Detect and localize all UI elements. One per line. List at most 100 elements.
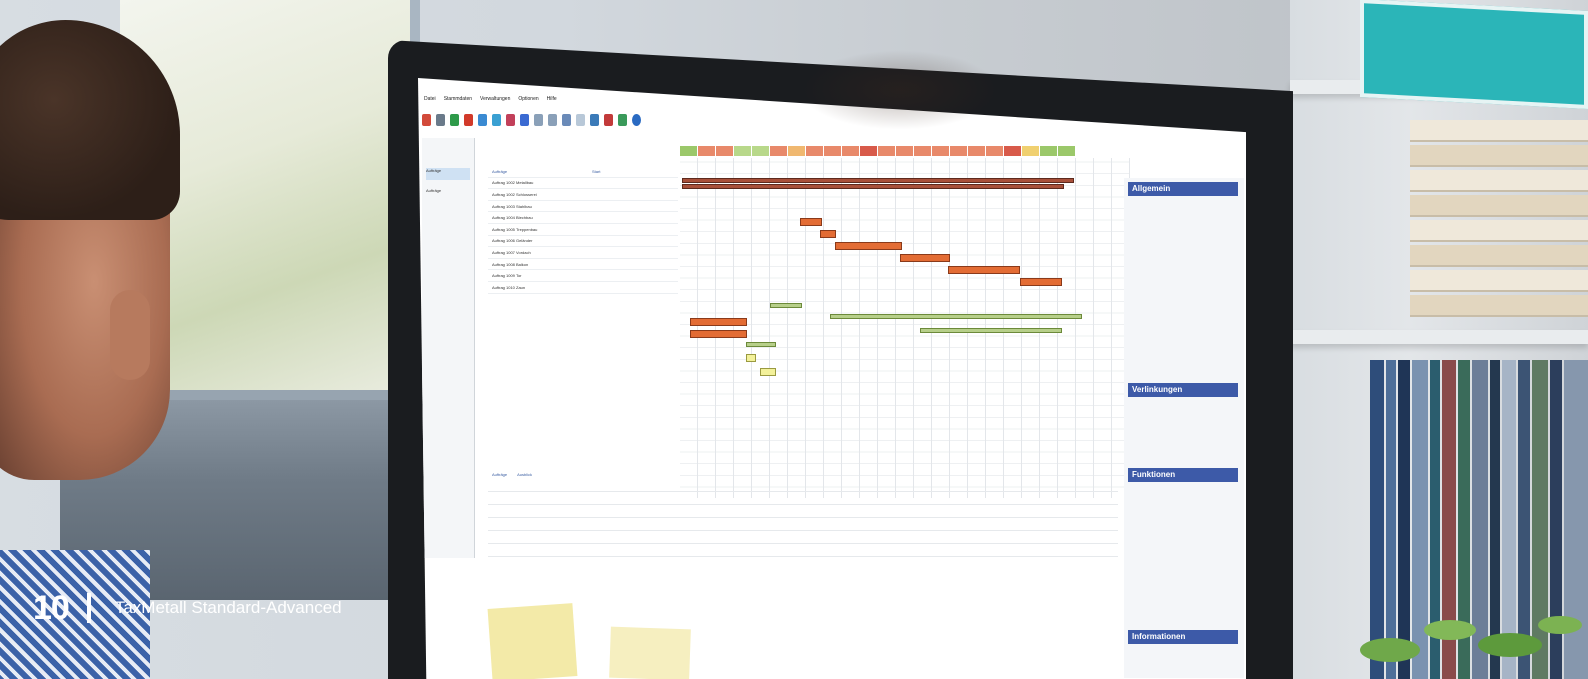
gantt-bar[interactable] bbox=[948, 266, 1020, 274]
toolbar-icon[interactable] bbox=[562, 114, 571, 126]
table-row[interactable]: Auftrag 1002 Schlosserei bbox=[488, 189, 678, 201]
panel-heading-verlinkungen: Verlinkungen bbox=[1128, 383, 1238, 397]
list-item[interactable] bbox=[488, 544, 1118, 557]
gantt-bar[interactable] bbox=[746, 342, 776, 347]
person-hair bbox=[0, 20, 180, 220]
toolbar bbox=[422, 106, 682, 134]
help-icon[interactable] bbox=[632, 114, 641, 126]
table-row[interactable]: Auftrag 1008 Balkon bbox=[488, 259, 678, 271]
book bbox=[1410, 270, 1588, 292]
table-row[interactable]: Auftrag 1002 Metallbau bbox=[488, 178, 678, 190]
tree-header-label: Aufträge bbox=[492, 168, 508, 174]
gantt-bar[interactable] bbox=[690, 330, 747, 338]
person bbox=[0, 10, 200, 679]
toolbar-icon[interactable] bbox=[450, 114, 459, 126]
toolbar-icon[interactable] bbox=[590, 114, 599, 126]
teal-binder bbox=[1360, 0, 1588, 109]
gantt-bar[interactable] bbox=[920, 328, 1062, 333]
book bbox=[1410, 220, 1588, 242]
day-header bbox=[914, 146, 931, 156]
list-item[interactable] bbox=[488, 518, 1118, 531]
toolbar-icon[interactable] bbox=[422, 114, 431, 126]
tab-ausblick[interactable]: Ausblick bbox=[517, 472, 532, 477]
day-header bbox=[716, 146, 733, 156]
search-icon[interactable] bbox=[520, 114, 529, 126]
day-header bbox=[1058, 146, 1075, 156]
table-row[interactable]: Auftrag 1005 Treppenbau bbox=[488, 224, 678, 236]
day-header bbox=[824, 146, 841, 156]
sidebar-item-auftraege[interactable]: Aufträge bbox=[426, 168, 470, 180]
right-panel: Allgemein Verlinkungen Funktionen Inform… bbox=[1124, 178, 1244, 678]
toolbar-icon[interactable] bbox=[604, 114, 613, 126]
gantt-bar[interactable] bbox=[900, 254, 950, 262]
gantt-bar[interactable] bbox=[835, 242, 902, 250]
bottom-tabs: Aufträge Ausblick bbox=[488, 470, 1118, 479]
toolbar-icon[interactable] bbox=[506, 114, 515, 126]
row-label: Auftrag 1005 Treppenbau bbox=[492, 226, 538, 232]
list-item[interactable] bbox=[488, 505, 1118, 518]
gantt-bar[interactable] bbox=[690, 318, 747, 326]
gantt-bar[interactable] bbox=[746, 354, 756, 362]
person-ear bbox=[110, 290, 150, 380]
gantt-bar[interactable] bbox=[682, 184, 1064, 189]
row-label: Auftrag 1010 Zaun bbox=[492, 284, 526, 290]
book bbox=[1410, 295, 1588, 317]
list-item[interactable] bbox=[488, 531, 1118, 544]
menu-item[interactable]: Optionen bbox=[518, 96, 538, 104]
toolbar-icon[interactable] bbox=[492, 114, 501, 126]
sidebar: Aufträge Aufträge bbox=[422, 138, 475, 558]
gantt-bar[interactable] bbox=[1020, 278, 1062, 286]
day-header bbox=[680, 146, 697, 156]
toolbar-icon[interactable] bbox=[618, 114, 627, 126]
book bbox=[1410, 145, 1588, 167]
row-label: Auftrag 1004 Blechbau bbox=[492, 215, 533, 221]
day-header bbox=[1022, 146, 1039, 156]
list-item[interactable] bbox=[488, 492, 1118, 505]
panel-heading-allgemein: Allgemein bbox=[1128, 182, 1238, 196]
table-row[interactable]: Auftrag 1009 Tor bbox=[488, 270, 678, 282]
menu-item[interactable]: Hilfe bbox=[547, 96, 557, 104]
page-caption: 10 TaxMetall Standard-Advanced bbox=[33, 588, 342, 628]
toolbar-icon[interactable] bbox=[436, 114, 445, 126]
shelf-board bbox=[1290, 330, 1588, 344]
gantt-bar[interactable] bbox=[760, 368, 776, 376]
list-item[interactable] bbox=[488, 479, 1118, 492]
day-header bbox=[770, 146, 787, 156]
table-row[interactable]: Auftrag 1006 Geländer bbox=[488, 236, 678, 248]
toolbar-icon[interactable] bbox=[478, 114, 487, 126]
gantt-grid bbox=[680, 158, 1130, 498]
book bbox=[1410, 170, 1588, 192]
page-number: 10 bbox=[33, 588, 70, 627]
day-header bbox=[950, 146, 967, 156]
menu-item[interactable]: Verwaltungen bbox=[480, 96, 510, 104]
table-row[interactable]: Auftrag 1010 Zaun bbox=[488, 282, 678, 294]
row-label: Auftrag 1003 Stahlbau bbox=[492, 203, 532, 209]
gantt-bar[interactable] bbox=[830, 314, 1082, 319]
tree-header: Aufträge Start bbox=[488, 166, 678, 178]
day-header bbox=[842, 146, 859, 156]
gantt-bar[interactable] bbox=[820, 230, 836, 238]
gantt-bar[interactable] bbox=[800, 218, 822, 226]
monitor-screen: Datei Stammdaten Verwaltungen Optionen H… bbox=[418, 78, 1246, 679]
menu-item[interactable]: Stammdaten bbox=[444, 96, 472, 104]
table-row[interactable]: Auftrag 1007 Vordach bbox=[488, 247, 678, 259]
tab-auftraege[interactable]: Aufträge bbox=[492, 472, 507, 477]
photo-scene: Datei Stammdaten Verwaltungen Optionen H… bbox=[0, 0, 1588, 679]
sticky-note bbox=[609, 626, 691, 679]
toolbar-icon[interactable] bbox=[576, 114, 585, 126]
gantt-bar[interactable] bbox=[770, 303, 802, 308]
day-header bbox=[878, 146, 895, 156]
day-header bbox=[734, 146, 751, 156]
menu-item[interactable]: Datei bbox=[424, 96, 436, 104]
day-header bbox=[698, 146, 715, 156]
day-header bbox=[752, 146, 769, 156]
table-row[interactable]: Auftrag 1004 Blechbau bbox=[488, 212, 678, 224]
toolbar-icon[interactable] bbox=[464, 114, 473, 126]
toolbar-icon[interactable] bbox=[534, 114, 543, 126]
tree-header-start: Start bbox=[592, 168, 601, 174]
sidebar-item-auftraege-2[interactable]: Aufträge bbox=[426, 188, 470, 200]
toolbar-icon[interactable] bbox=[548, 114, 557, 126]
plant bbox=[1360, 616, 1582, 662]
gantt-bar[interactable] bbox=[682, 178, 1074, 183]
table-row[interactable]: Auftrag 1003 Stahlbau bbox=[488, 201, 678, 213]
